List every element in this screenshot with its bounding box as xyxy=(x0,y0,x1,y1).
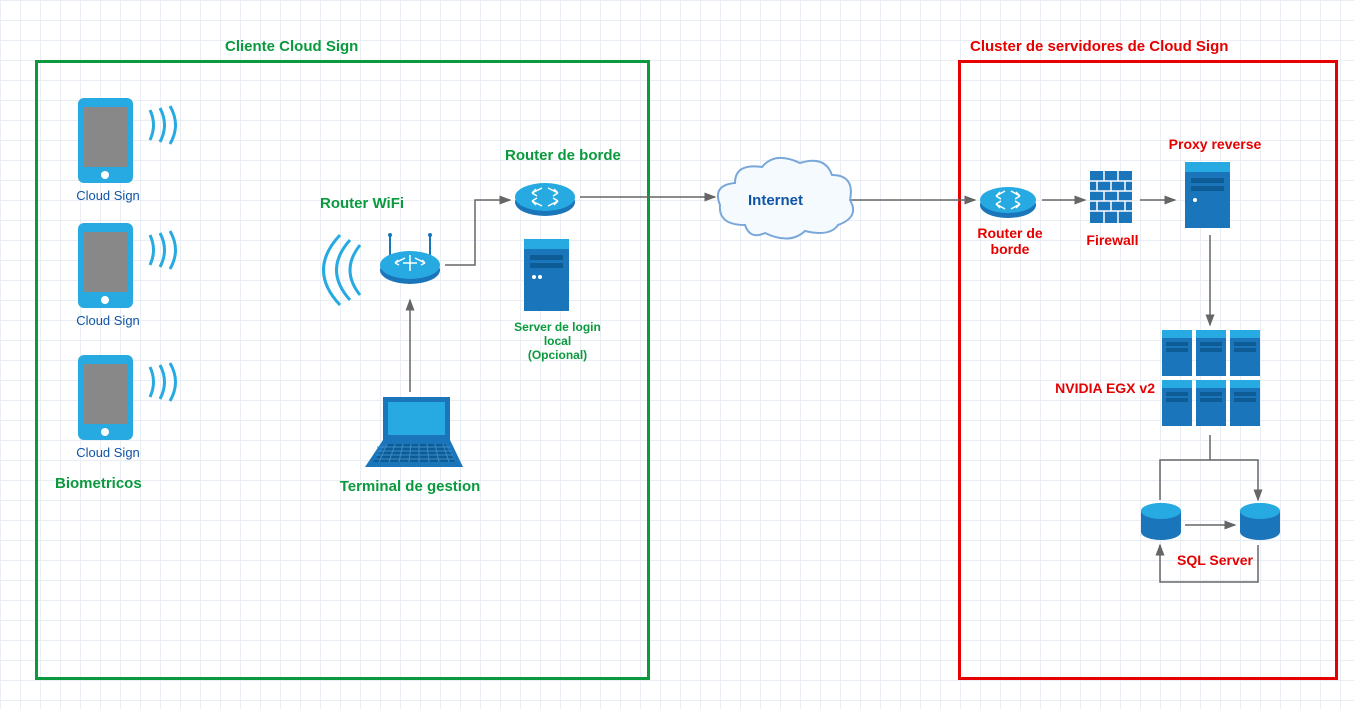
db-label: SQL Server xyxy=(1165,552,1265,568)
proxy-label: Proxy reverse xyxy=(1160,136,1270,152)
internet-label: Internet xyxy=(748,192,803,209)
arrow-egx-to-dbs xyxy=(1160,435,1258,500)
firewall-label: Firewall xyxy=(1080,232,1145,248)
database-icon xyxy=(1138,502,1184,544)
edge-router-label-cluster: Router de borde xyxy=(970,225,1050,257)
server-rack-icon xyxy=(1160,328,1270,433)
router-icon xyxy=(975,178,1045,223)
gpu-label: NVIDIA EGX v2 xyxy=(1030,380,1155,396)
database-icon xyxy=(1237,502,1283,544)
server-icon xyxy=(1183,160,1238,232)
arrow-wifi-to-edge xyxy=(445,200,510,265)
firewall-icon xyxy=(1088,169,1138,229)
